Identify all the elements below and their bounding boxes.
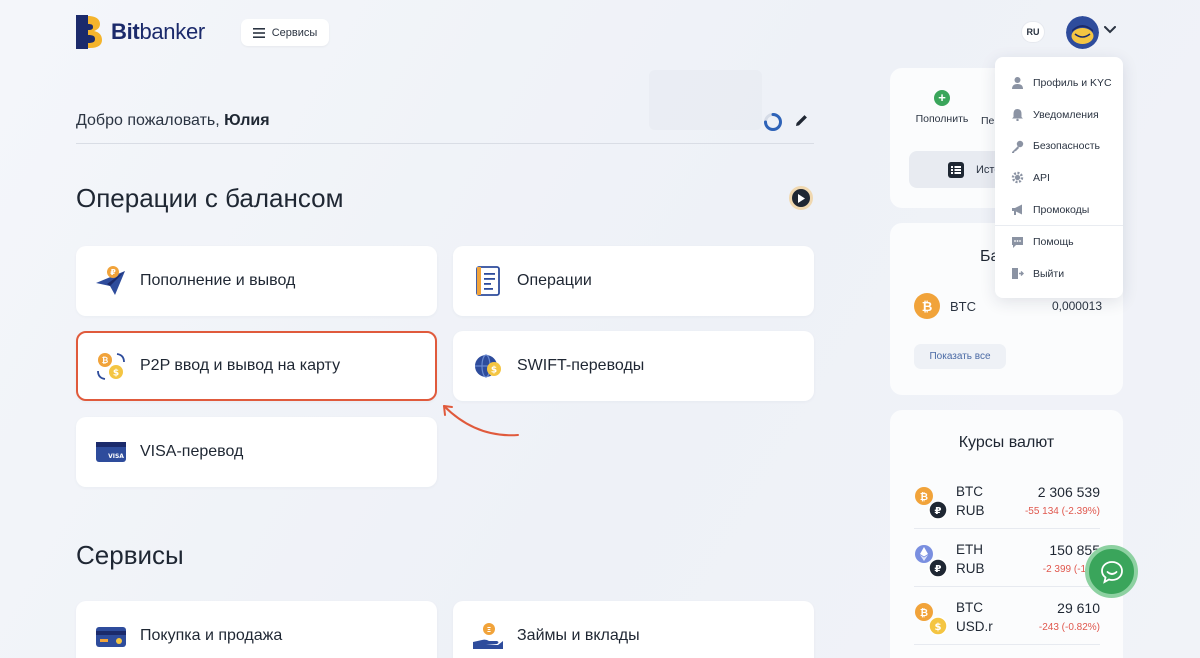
menu-item-help[interactable]: Помощь [995, 226, 1123, 258]
card-p2p[interactable]: ₿ $ P2P ввод и вывод на карту [76, 331, 437, 401]
support-chat-button[interactable] [1085, 545, 1138, 598]
card-label: VISA-перевод [140, 443, 244, 460]
svg-text:₽: ₽ [935, 564, 942, 575]
divider [914, 586, 1100, 587]
rate-price: 2 306 539 [1037, 484, 1100, 500]
pencil-icon[interactable] [794, 113, 809, 128]
rate-pair: BTC USD.r [956, 600, 993, 634]
btc-rub-pair-icon: ₿ ₽ [915, 487, 948, 520]
chevron-down-icon[interactable] [1104, 26, 1116, 34]
bank-card-icon [95, 620, 127, 652]
svg-text:₿: ₿ [102, 356, 109, 365]
card-swift[interactable]: $ SWIFT-переводы [453, 331, 814, 401]
svg-text:₽: ₽ [935, 506, 942, 517]
card-operations[interactable]: Операции [453, 246, 814, 316]
bitbanker-logo-icon [76, 15, 102, 49]
topup-action[interactable]: + Пополнить [913, 90, 971, 125]
rate-pair: ETH RUB [956, 542, 985, 576]
show-all-button[interactable]: Показать все [914, 344, 1006, 369]
menu-item-api[interactable]: API [995, 162, 1123, 194]
card-loans-deposits[interactable]: Ξ Займы и вклады [453, 601, 814, 658]
rates-title: Курсы валют [958, 434, 1055, 451]
btc-usd-pair-icon: ₿ $ [915, 603, 948, 636]
svg-text:$: $ [935, 622, 942, 633]
svg-text:₿: ₿ [922, 300, 933, 315]
eth-rub-pair-icon: ₽ [915, 545, 948, 578]
card-label: P2P ввод и вывод на карту [140, 357, 341, 374]
menu-item-logout[interactable]: Выйти [995, 258, 1123, 290]
rate-row[interactable]: ₿ ₽ BTC RUB 2 306 539 -55 134 (-2.39%) [914, 478, 1100, 530]
logout-icon [1012, 268, 1024, 280]
paper-plane-coin-icon: ₽ [95, 265, 127, 297]
rate-row[interactable]: ₿ $ BTC USD.r 29 610 -243 (-0.82%) [914, 594, 1100, 646]
plus-icon: + [934, 90, 950, 106]
list-icon [948, 161, 964, 178]
bell-icon [1012, 109, 1023, 122]
menu-item-profile[interactable]: Профиль и KYC [995, 67, 1123, 99]
card-buy-sell[interactable]: Покупка и продажа [76, 601, 437, 658]
p2p-exchange-icon: ₿ $ [95, 350, 127, 382]
avatar[interactable] [1066, 16, 1099, 49]
card-label: Операции [517, 272, 592, 289]
svg-text:$: $ [113, 369, 119, 379]
pointer-arrow [443, 405, 519, 437]
profile-dropdown: Профиль и KYC Уведомления Безопасность A… [995, 57, 1123, 298]
placeholder-block [649, 70, 762, 130]
svg-text:₿: ₿ [920, 491, 928, 503]
hand-coin-icon: Ξ [472, 620, 504, 652]
svg-text:Ξ: Ξ [487, 626, 491, 634]
menu-item-security[interactable]: Безопасность [995, 130, 1123, 162]
chat-bubble-icon [1012, 236, 1023, 248]
svg-text:$: $ [491, 366, 497, 376]
user-icon [1012, 77, 1023, 90]
visa-card-icon: VISA [95, 436, 127, 468]
btc-coin-icon: ₿ [914, 293, 940, 319]
services-menu-button[interactable]: Сервисы [241, 19, 329, 46]
services-menu-label: Сервисы [271, 26, 318, 39]
svg-text:₽: ₽ [110, 268, 116, 277]
megaphone-icon [1012, 204, 1022, 216]
rate-pair: BTC RUB [956, 484, 985, 518]
card-label: Займы и вклады [517, 627, 640, 644]
rate-change: -55 134 (-2.39%) [1024, 506, 1100, 517]
menu-item-promocodes[interactable]: Промокоды [995, 194, 1123, 226]
asset-amount: 0,000013 [1051, 299, 1102, 313]
gear-icon [1011, 172, 1024, 184]
rate-change: -243 (-0.82%) [1038, 622, 1100, 633]
document-icon [472, 265, 504, 297]
divider [914, 644, 1100, 645]
card-visa[interactable]: VISA VISA-перевод [76, 417, 437, 487]
logo[interactable]: Bitbanker [76, 15, 205, 49]
services-title: Сервисы [76, 540, 184, 570]
divider [76, 143, 814, 144]
loading-spinner-icon [764, 113, 782, 131]
language-switch[interactable]: RU [1021, 21, 1045, 43]
card-deposit-withdraw[interactable]: ₽ Пополнение и вывод [76, 246, 437, 316]
swift-globe-icon: $ [472, 350, 504, 382]
card-label: SWIFT-переводы [517, 357, 645, 374]
card-label: Пополнение и вывод [140, 272, 296, 289]
user-name: Юлия [224, 112, 270, 129]
rate-row[interactable]: ₽ ETH RUB 150 855 -2 399 (-1.59 [914, 536, 1100, 588]
balance-ops-title: Операции с балансом [76, 183, 344, 213]
play-video-button[interactable] [789, 186, 813, 210]
divider [914, 528, 1100, 529]
history-button[interactable]: Исто [909, 151, 1009, 188]
rate-price: 29 610 [1057, 600, 1100, 616]
play-icon [798, 193, 805, 203]
svg-text:VISA: VISA [108, 453, 124, 460]
key-icon [1012, 140, 1024, 153]
chat-icon [1100, 560, 1123, 584]
welcome-text: Добро пожаловать, Юлия [76, 112, 270, 129]
card-label: Покупка и продажа [140, 627, 283, 644]
hamburger-icon [252, 27, 265, 38]
avatar-image [1066, 16, 1099, 49]
logo-text: Bitbanker [111, 19, 205, 44]
asset-code: BTC [950, 298, 976, 314]
svg-text:₿: ₿ [920, 607, 928, 619]
menu-item-notifications[interactable]: Уведомления [995, 99, 1123, 131]
